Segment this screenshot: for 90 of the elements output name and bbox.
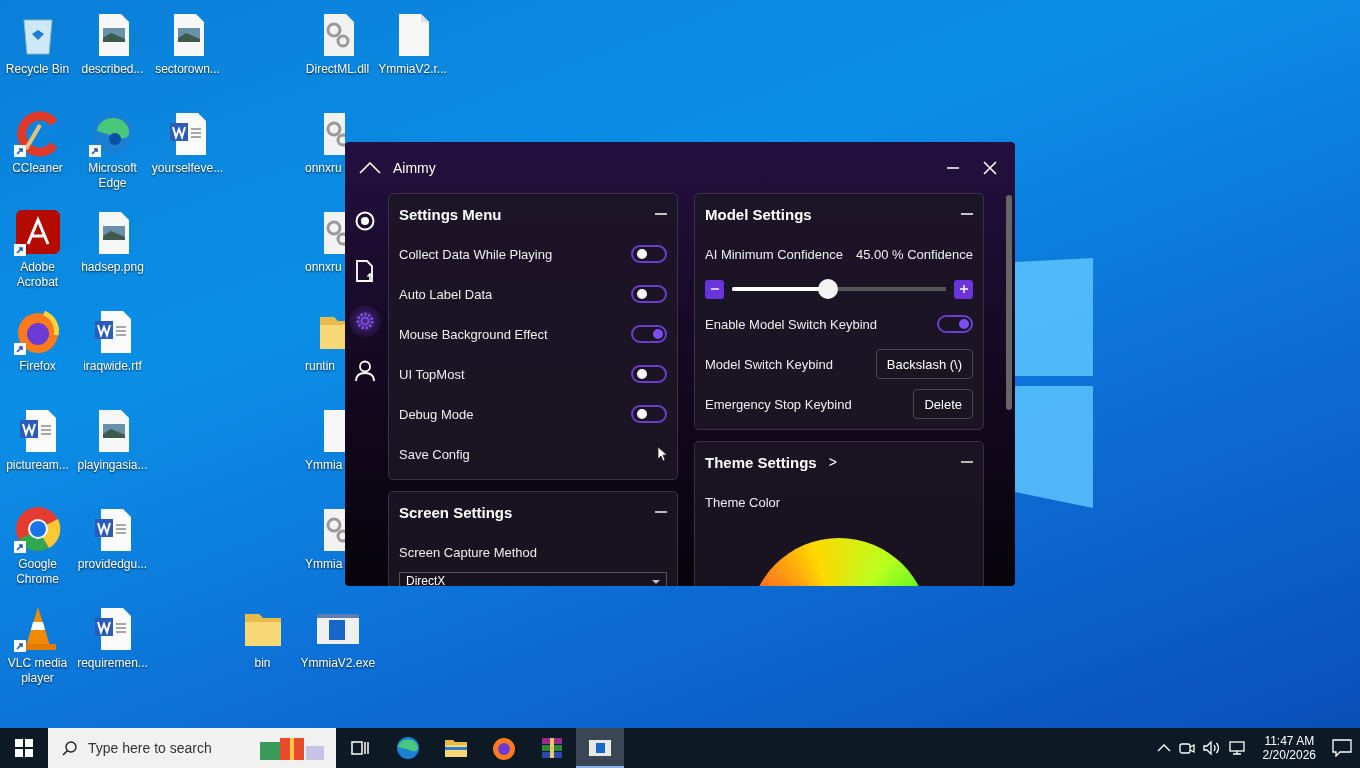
chevron-up-icon: [1156, 743, 1171, 753]
shortcut-arrow-icon: [13, 541, 26, 553]
windows-icon: [15, 739, 33, 757]
search-field[interactable]: Type here to search: [48, 728, 336, 768]
desktop-icon-label[interactable]: pictuream...: [6, 458, 69, 473]
setting-label: Screen Capture Method: [399, 544, 538, 560]
shortcut-arrow-icon: [13, 343, 26, 355]
shortcut-arrow-icon: [13, 145, 26, 157]
setting-label: UI TopMost: [399, 366, 465, 382]
speaker-icon: [1202, 740, 1221, 756]
plus-icon: [958, 284, 969, 294]
desktop-icon-label[interactable]: Microsoft Edge: [75, 161, 150, 191]
desktop-icon-label[interactable]: playingasia...: [77, 458, 148, 473]
mouse-cursor-icon: [657, 446, 667, 462]
card-title: Theme Settings: [705, 453, 817, 471]
shortcut-arrow-icon: [13, 244, 26, 256]
desktop-icon-label[interactable]: YmmiaV2.r...: [378, 62, 447, 77]
file-upload-icon: [354, 260, 375, 282]
setting-label: Enable Model Switch Keybind: [705, 316, 877, 332]
books-icon: [540, 736, 564, 760]
clock-time[interactable]: 11:47 AM: [1264, 734, 1315, 748]
desktop-icon-label[interactable]: Recycle Bin: [5, 62, 70, 77]
desktop-icon-label[interactable]: yourselfeve...: [151, 161, 224, 176]
setting-label: Model Switch Keybind: [705, 356, 833, 372]
user-icon: [354, 360, 375, 382]
search-icon: [62, 740, 78, 756]
setting-label: Auto Label Data: [399, 286, 493, 302]
desktop-icon-label[interactable]: onnxru: [300, 260, 342, 275]
desktop-icon-label[interactable]: YmmiaV2.exe: [300, 656, 375, 671]
desktop-icon-label[interactable]: Ymmia: [300, 557, 343, 572]
desktop-icon-label[interactable]: onnxru: [300, 161, 342, 176]
toggle-switch[interactable]: [631, 325, 667, 343]
toggle-switch[interactable]: [631, 405, 667, 423]
setting-label: Debug Mode: [399, 406, 474, 422]
taskbar-app-button[interactable]: [576, 728, 624, 768]
target-icon: [354, 211, 375, 231]
network-icon: [1228, 740, 1247, 756]
card-title: Settings Menu: [399, 205, 502, 223]
desktop-icon-label[interactable]: sectorown...: [155, 62, 220, 77]
acrobat-icon: [13, 208, 62, 256]
collapse-icon: [655, 212, 667, 216]
camera-icon: [1178, 740, 1195, 756]
shortcut-arrow-icon: [88, 145, 101, 157]
folder-icon: [444, 738, 468, 758]
keybind-button[interactable]: Backslash (\): [875, 349, 973, 379]
shortcut-arrow-icon: [13, 640, 26, 652]
toggle-switch[interactable]: [937, 315, 973, 333]
expand-arrow[interactable]: >: [828, 454, 837, 470]
desktop-icon-label[interactable]: hadsep.png: [81, 260, 144, 275]
desktop-icon-label[interactable]: Ymmia: [300, 458, 343, 473]
desktop-icon-label[interactable]: runtin: [300, 359, 336, 374]
desktop-icon-label[interactable]: DirectML.dll: [305, 62, 370, 77]
setting-label: Collect Data While Playing: [399, 246, 553, 262]
collapse-icon: [961, 460, 973, 464]
chrome-icon: [13, 505, 62, 553]
setting-label: Emergency Stop Keybind: [705, 396, 852, 412]
desktop-icon-label[interactable]: described...: [81, 62, 144, 77]
desktop-icon-label[interactable]: iraqwide.rtf: [83, 359, 142, 374]
notification-icon: [1332, 739, 1352, 757]
setting-label: Theme Color: [705, 494, 781, 510]
toggle-switch[interactable]: [631, 365, 667, 383]
desktop-icon-label[interactable]: Firefox: [19, 359, 56, 374]
card-title: Model Settings: [705, 205, 812, 223]
keybind-button[interactable]: Delete: [913, 389, 973, 419]
setting-label: Mouse Background Effect: [399, 326, 548, 342]
firefox-icon: [492, 736, 516, 760]
card-title: Screen Settings: [399, 503, 513, 521]
collapse-icon: [655, 510, 667, 514]
toggle-switch[interactable]: [631, 285, 667, 303]
setting-label: AI Minimum Confidence: [705, 246, 843, 262]
capture-method-dropdown[interactable]: DirectX: [399, 572, 667, 586]
increase-button[interactable]: [954, 279, 973, 299]
slider-thumb[interactable]: [818, 279, 839, 299]
window-title: Aimmy: [393, 159, 437, 176]
desktop-icon-label[interactable]: Adobe Acrobat: [0, 260, 75, 290]
confidence-reading: 45.00 % Confidence: [855, 246, 973, 262]
desktop-icon-label[interactable]: VLC media player: [0, 656, 75, 686]
chevron-up-icon: [359, 161, 381, 174]
desktop-icon-label[interactable]: CCleaner: [12, 161, 63, 176]
desktop-icon-label[interactable]: requiremen...: [77, 656, 148, 671]
decrease-button[interactable]: [705, 279, 724, 299]
setting-label: Save Config: [399, 446, 470, 462]
desktop-icon-label[interactable]: providedgu...: [77, 557, 148, 572]
collapse-icon: [961, 212, 973, 216]
program-window-icon: [588, 738, 612, 758]
task-view-icon: [350, 739, 370, 757]
toggle-switch[interactable]: [631, 245, 667, 263]
desktop-icon-label[interactable]: bin: [254, 656, 271, 671]
clock-date[interactable]: 2/20/2026: [1262, 748, 1316, 762]
desktop-icon-label[interactable]: Google Chrome: [0, 557, 75, 587]
